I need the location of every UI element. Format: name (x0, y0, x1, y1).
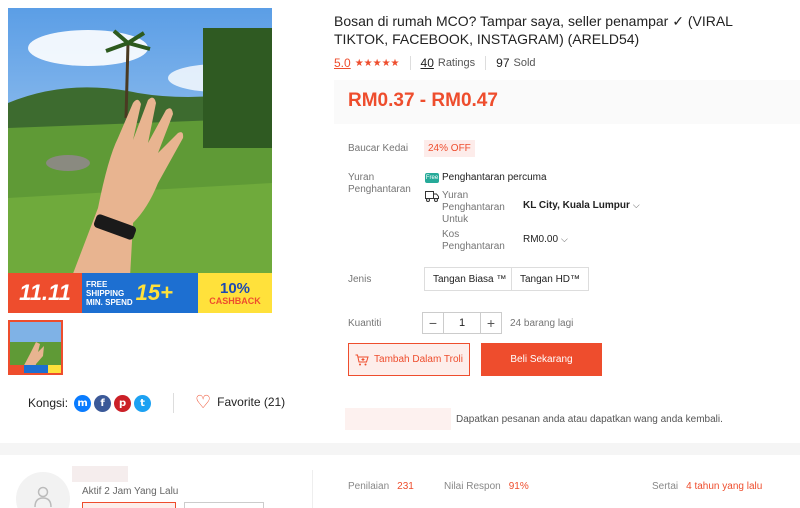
promo-free-shipping: FREE SHIPPING MIN. SPEND 15+ (82, 273, 198, 313)
free-shipping-row: Free Penghantaran percuma (425, 172, 547, 183)
view-shop-button[interactable] (184, 502, 264, 508)
ship-to-label: Yuran Penghantaran Untuk (442, 190, 505, 225)
ship-to-selector[interactable]: KL City, Kuala Lumpur ⌵ (523, 200, 640, 211)
seller-stat-label: Nilai Respon (444, 481, 501, 492)
add-to-cart-button[interactable]: Tambah Dalam Troli (348, 343, 470, 376)
promo-cashback-label: CASHBACK (209, 295, 261, 306)
seller-stat-joined: Sertai 4 tahun yang lalu (652, 481, 762, 492)
stock-text: 24 barang lagi (510, 318, 574, 329)
voucher-label: Baucar Kedai (348, 143, 409, 154)
seller-avatar[interactable] (16, 472, 70, 508)
quantity-label: Kuantiti (348, 318, 382, 329)
promo-banner: 11.11 FREE SHIPPING MIN. SPEND 15+ 10% C… (8, 273, 272, 313)
variant-option-2[interactable]: Tangan HD™ (511, 267, 590, 291)
promo-cashback: 10% CASHBACK (198, 273, 272, 313)
chevron-down-icon: ⌵ (632, 200, 640, 211)
shipping-cost-selector[interactable]: RM0.00 ⌵ (523, 234, 568, 245)
chevron-down-icon: ⌵ (561, 234, 568, 245)
free-shipping-text: Penghantaran percuma (442, 172, 547, 183)
ratings-count[interactable]: 40 (421, 56, 434, 70)
seller-stat-label: Sertai (652, 481, 679, 492)
share-divider (173, 393, 174, 413)
shop-name (72, 466, 128, 482)
seller-stat-ratings: Penilaian 231 (348, 481, 414, 492)
add-to-cart-label: Tambah Dalam Troli (374, 354, 463, 365)
section-divider (0, 443, 800, 455)
guarantee-logo (345, 408, 451, 430)
heart-icon: ♡ (195, 392, 212, 412)
promo-cashback-pct: 10% (219, 279, 251, 297)
share-label: Kongsi: (28, 396, 69, 410)
product-thumbnail[interactable] (8, 320, 63, 375)
quantity-increase-button[interactable]: + (480, 312, 502, 334)
product-title: Bosan di rumah MCO? Tampar saya, seller … (334, 13, 733, 47)
cart-icon (355, 354, 369, 365)
sold-label: Sold (513, 57, 536, 69)
seller-divider (312, 470, 313, 508)
facebook-icon[interactable]: f (94, 394, 112, 412)
shipping-label: Yuran Penghantaran (348, 172, 411, 195)
rating-stars-icon: ★★★★★ (354, 57, 400, 69)
free-shipping-icon: Free (425, 172, 439, 183)
variant-option-1[interactable]: Tangan Biasa ™ (424, 267, 516, 291)
voucher-badge[interactable]: 24% OFF (424, 140, 475, 157)
seller-stat-label: Penilaian (348, 481, 390, 492)
messenger-icon[interactable]: m (74, 394, 92, 412)
shipping-cost-value: RM0.00 (523, 234, 559, 245)
favorite-button[interactable]: ♡ Favorite (21) (195, 392, 286, 412)
meta-divider (485, 56, 487, 70)
quantity-decrease-button[interactable]: − (422, 312, 444, 334)
product-price: RM0.37 - RM0.47 (348, 90, 498, 111)
seller-stat-response: Nilai Respon 91% (444, 481, 529, 492)
pinterest-icon[interactable]: p (114, 394, 132, 412)
variant-label: Jenis (348, 274, 372, 285)
rating-value[interactable]: 5.0 (334, 56, 351, 70)
user-icon (34, 486, 52, 508)
ship-to-value: KL City, Kuala Lumpur (523, 200, 630, 211)
twitter-icon[interactable]: t (134, 394, 152, 412)
product-main-image[interactable] (8, 8, 272, 313)
product-meta: 5.0 ★★★★★ 40 Ratings 97 Sold (334, 55, 536, 71)
promo-free-amount: 15+ (135, 280, 173, 305)
quantity-input[interactable]: 1 (444, 312, 480, 334)
seller-stat-value: 4 tahun yang lalu (686, 481, 763, 492)
shipping-cost-label: Kos Penghantaran (442, 229, 505, 252)
promo-free-line2: SHIPPING (86, 288, 125, 298)
seller-stat-value: 91% (508, 481, 529, 492)
chat-button[interactable] (82, 502, 176, 508)
meta-divider (409, 56, 411, 70)
ratings-label: Ratings (437, 57, 476, 69)
promo-free-line3: MIN. SPEND (86, 297, 133, 307)
promo-free-line1: FREE (86, 279, 108, 289)
buy-now-button[interactable]: Beli Sekarang (481, 343, 602, 376)
seller-stat-value: 231 (397, 481, 414, 492)
promo-sale-label: 11.11 (8, 273, 82, 313)
truck-icon (425, 191, 439, 202)
share-row: Kongsi: m f p t (28, 394, 154, 412)
seller-active-status: Aktif 2 Jam Yang Lalu (82, 486, 179, 497)
guarantee-text: Dapatkan pesanan anda atau dapatkan wang… (456, 414, 723, 425)
quantity-stepper: − 1 + (422, 312, 502, 334)
favorite-label: Favorite (21) (217, 395, 286, 409)
sold-count: 97 (496, 56, 510, 70)
